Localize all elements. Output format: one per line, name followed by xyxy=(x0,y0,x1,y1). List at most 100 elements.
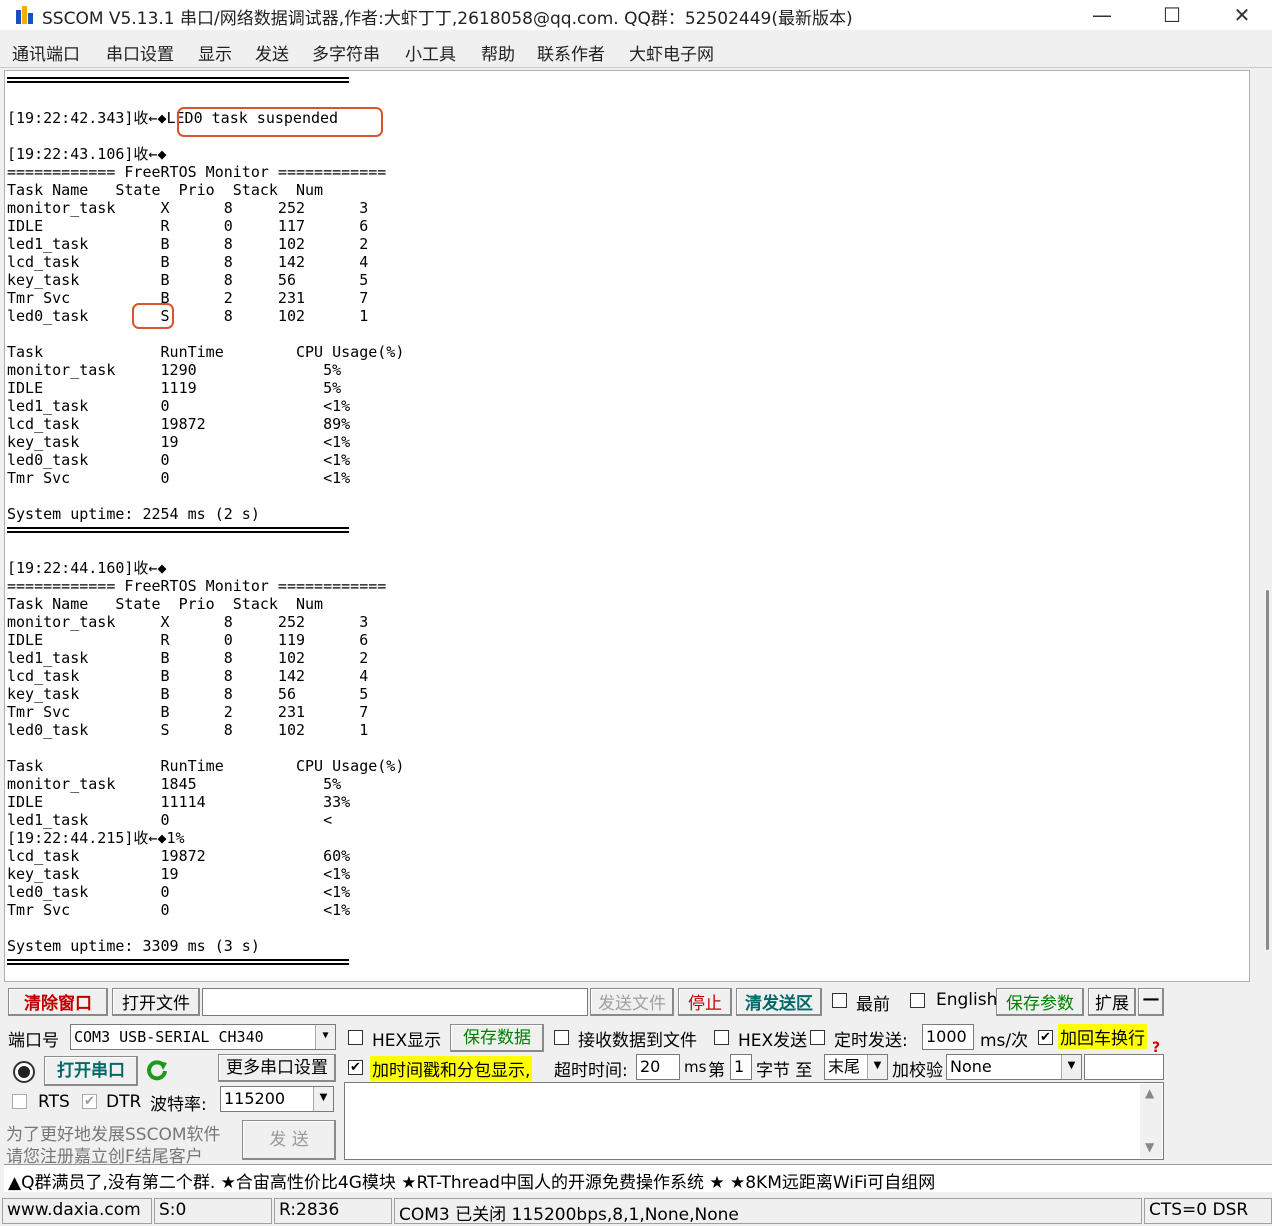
terminal-line: Task RunTime CPU Usage(%) xyxy=(7,757,405,775)
terminal-line: monitor_task X 8 252 3 xyxy=(7,613,369,631)
send-textarea[interactable] xyxy=(344,1082,1164,1160)
scroll-down-icon[interactable]: ▼ xyxy=(1145,1140,1154,1154)
receive-terminal[interactable]: [19:22:42.343]收←◆LED0 task suspended [19… xyxy=(4,70,1250,982)
checksum-label: 加校验 xyxy=(892,1061,943,1081)
timeout-input[interactable]: 20 xyxy=(636,1054,680,1080)
terminal-line: IDLE R 0 119 6 xyxy=(7,631,369,649)
add-crlf-label: 加回车换行 xyxy=(1058,1024,1147,1049)
topmost-checkbox[interactable] xyxy=(832,993,847,1008)
terminal-line: led0_task S 8 102 1 xyxy=(7,307,369,325)
vertical-scrollbar[interactable] xyxy=(1250,70,1272,982)
save-data-button[interactable]: 保存数据 xyxy=(450,1024,544,1052)
menu-serial-settings[interactable]: 串口设置 xyxy=(106,40,174,65)
terminal-line: IDLE 11114 33% xyxy=(7,793,351,811)
terminal-line: lcd_task B 8 142 4 xyxy=(7,253,369,271)
save-params-button[interactable]: 保存参数 xyxy=(996,988,1084,1016)
end-select[interactable]: 末尾 ▼ xyxy=(824,1054,888,1080)
timeout-unit: ms xyxy=(684,1058,707,1076)
recv-to-file-label: 接收数据到文件 xyxy=(578,1031,697,1051)
terminal-line: Task Name State Prio Stack Num xyxy=(7,181,324,199)
status-website[interactable]: www.daxia.com xyxy=(2,1198,152,1224)
scroll-thumb[interactable] xyxy=(1266,590,1269,950)
status-bar: www.daxia.com S:0 R:2836 COM3 已关闭 115200… xyxy=(0,1196,1272,1226)
terminal-line: Tmr Svc 0 <1% xyxy=(7,469,351,487)
interval-unit: ms/次 xyxy=(980,1031,1029,1051)
open-port-button[interactable]: 打开串口 xyxy=(44,1056,138,1086)
more-settings-button[interactable]: 更多串口设置 xyxy=(218,1054,336,1082)
send-button[interactable]: 发 送 xyxy=(242,1120,336,1160)
terminal-line: Tmr Svc 0 <1% xyxy=(7,901,351,919)
close-button[interactable]: ✕ xyxy=(1212,2,1272,28)
terminal-line: System uptime: 2254 ms (2 s) xyxy=(7,505,260,523)
english-label: English xyxy=(936,990,998,1010)
menu-daxia-website[interactable]: 大虾电子网 xyxy=(629,40,714,65)
status-port-state: COM3 已关闭 115200bps,8,1,None,None xyxy=(394,1198,1142,1224)
stop-button[interactable]: 停止 xyxy=(678,988,732,1016)
baud-label: 波特率: xyxy=(150,1095,207,1115)
clear-send-button[interactable]: 清发送区 xyxy=(736,988,822,1016)
status-sent: S:0 xyxy=(154,1198,272,1224)
nth-label: 第 xyxy=(708,1061,725,1081)
terminal-line: lcd_task 19872 60% xyxy=(7,847,351,865)
maximize-button[interactable]: ☐ xyxy=(1142,2,1202,28)
rts-checkbox[interactable] xyxy=(12,1094,27,1109)
terminal-line: IDLE 1119 5% xyxy=(7,379,342,397)
terminal-line: [19:22:44.160]收←◆ xyxy=(7,559,167,577)
open-file-button[interactable]: 打开文件 xyxy=(112,988,200,1016)
port-status-led-icon xyxy=(13,1061,35,1083)
terminal-line: led1_task 0 <1% xyxy=(7,397,351,415)
terminal-line: monitor_task 1290 5% xyxy=(7,361,342,379)
rts-label: RTS xyxy=(38,1092,70,1112)
hex-display-checkbox[interactable] xyxy=(348,1030,363,1045)
menu-display[interactable]: 显示 xyxy=(198,40,232,65)
terminal-line: Task RunTime CPU Usage(%) xyxy=(7,343,405,361)
nth-byte-input[interactable]: 1 xyxy=(730,1054,752,1080)
send-scrollbar[interactable]: ▲ ▼ xyxy=(1140,1084,1162,1158)
menu-send[interactable]: 发送 xyxy=(255,40,289,65)
scroll-up-icon[interactable]: ▲ xyxy=(1145,1086,1154,1100)
dtr-checkbox[interactable] xyxy=(82,1094,97,1109)
terminal-line: monitor_task 1845 5% xyxy=(7,775,342,793)
terminal-line: ============ FreeRTOS Monitor ==========… xyxy=(7,163,387,181)
port-select-value: COM3 USB-SERIAL CH340 xyxy=(74,1028,264,1046)
title-bar: SSCOM V5.13.1 串口/网络数据调试器,作者:大虾丁丁,2618058… xyxy=(0,0,1272,30)
dtr-label: DTR xyxy=(106,1092,142,1112)
chevron-down-icon: ▼ xyxy=(313,1087,333,1111)
refresh-icon[interactable] xyxy=(144,1058,170,1084)
menu-comm-port[interactable]: 通讯端口 xyxy=(12,40,80,65)
collapse-button[interactable]: — xyxy=(1138,988,1164,1016)
timed-send-checkbox[interactable] xyxy=(810,1030,825,1045)
interval-input[interactable]: 1000 xyxy=(922,1024,974,1050)
separator-rule xyxy=(7,959,349,965)
add-crlf-checkbox[interactable] xyxy=(1038,1030,1053,1045)
clear-window-button[interactable]: 清除窗口 xyxy=(8,988,108,1016)
timestamp-checkbox[interactable] xyxy=(348,1060,363,1075)
minimize-button[interactable]: — xyxy=(1072,2,1132,28)
terminal-line: led1_task B 8 102 2 xyxy=(7,235,369,253)
hex-send-checkbox[interactable] xyxy=(714,1030,729,1045)
baud-select[interactable]: 115200 ▼ xyxy=(220,1086,334,1112)
menu-tools[interactable]: 小工具 xyxy=(405,40,456,65)
terminal-line: lcd_task B 8 142 4 xyxy=(7,667,369,685)
file-path-input[interactable] xyxy=(202,988,588,1016)
port-select[interactable]: COM3 USB-SERIAL CH340 ▼ xyxy=(70,1024,336,1050)
menu-contact-author[interactable]: 联系作者 xyxy=(537,40,605,65)
window-title: SSCOM V5.13.1 串口/网络数据调试器,作者:大虾丁丁,2618058… xyxy=(42,9,853,29)
menu-multi-string[interactable]: 多字符串 xyxy=(312,40,380,65)
highlight-box xyxy=(177,107,383,137)
menu-help[interactable]: 帮助 xyxy=(481,40,515,65)
port-label: 端口号 xyxy=(8,1031,59,1051)
english-checkbox[interactable] xyxy=(910,993,925,1008)
news-ticker[interactable]: ▲Q群满员了,没有第二个群. ★合宙高性价比4G模块 ★RT-Thread中国人… xyxy=(4,1164,1272,1192)
checksum-result-field xyxy=(1084,1054,1164,1080)
timeout-label: 超时时间: xyxy=(554,1061,628,1081)
send-file-button[interactable]: 发送文件 xyxy=(590,988,674,1016)
terminal-line: IDLE R 0 117 6 xyxy=(7,217,369,235)
terminal-line: ============ FreeRTOS Monitor ==========… xyxy=(7,577,387,595)
highlight-box xyxy=(132,303,174,329)
terminal-line: key_task B 8 56 5 xyxy=(7,685,369,703)
expand-button[interactable]: 扩展 xyxy=(1088,988,1136,1016)
terminal-line: monitor_task X 8 252 3 xyxy=(7,199,369,217)
recv-to-file-checkbox[interactable] xyxy=(554,1030,569,1045)
checksum-select[interactable]: None ▼ xyxy=(946,1054,1082,1080)
